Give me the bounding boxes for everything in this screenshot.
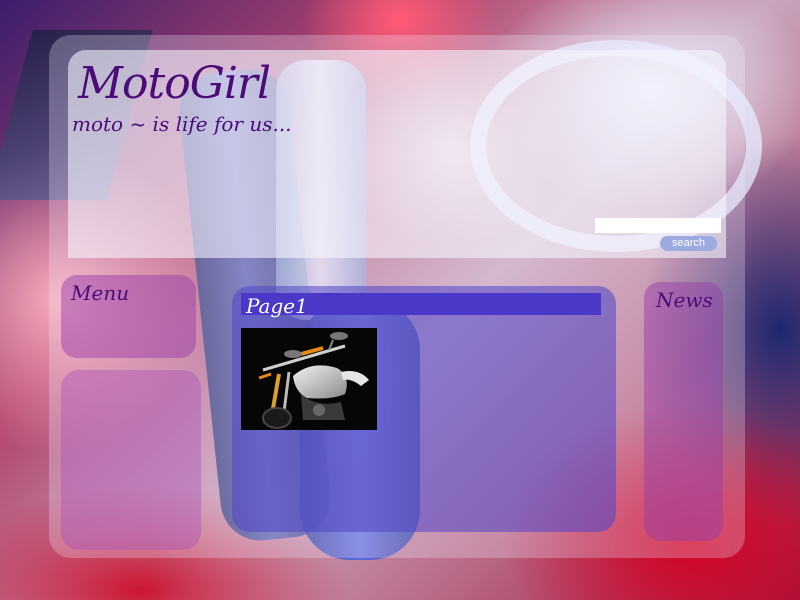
menu-title: Menu (71, 281, 130, 305)
sidebar-panel (61, 370, 201, 550)
motorcycle-image (241, 328, 377, 430)
news-title: News (656, 288, 713, 312)
search-input[interactable] (595, 218, 721, 233)
content-title-bar: Page1 (241, 293, 601, 318)
site-tagline: moto ~ is life for us... (72, 112, 292, 136)
search-button[interactable]: search (660, 236, 717, 251)
page-title: Page1 (246, 294, 308, 318)
content-panel: Page1 (232, 286, 616, 532)
motorcycle-photo[interactable] (241, 328, 377, 430)
menu-panel: Menu (61, 275, 196, 358)
site-title[interactable]: MotoGirl (78, 58, 271, 109)
news-panel: News (644, 282, 723, 541)
